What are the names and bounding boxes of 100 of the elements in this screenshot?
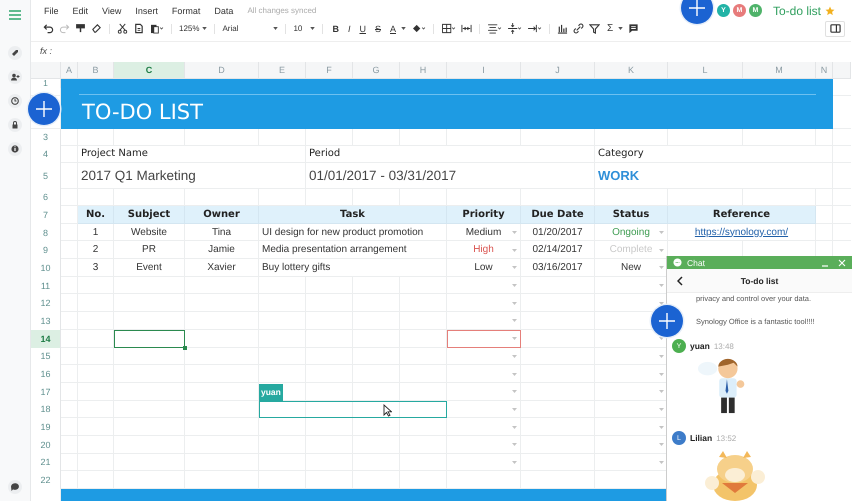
fill-color-icon[interactable]	[411, 23, 426, 34]
comment-icon[interactable]	[628, 23, 640, 34]
dropdown-arrow-icon[interactable]	[659, 231, 664, 234]
row-header[interactable]: 9	[31, 241, 61, 260]
format-button[interactable]: U	[357, 24, 368, 34]
row-header[interactable]: 13	[31, 312, 61, 330]
dropdown-arrow-icon[interactable]	[512, 408, 517, 411]
column-header[interactable]: C	[114, 62, 185, 79]
chat-icon[interactable]	[8, 480, 22, 494]
dropdown-arrow-icon[interactable]	[659, 426, 664, 429]
row-header[interactable]: 6	[31, 188, 61, 206]
column-header[interactable]: G	[353, 62, 400, 79]
dropdown-arrow-icon[interactable]	[659, 284, 664, 288]
row-header[interactable]: 3	[31, 128, 61, 146]
paste-icon[interactable]	[149, 23, 164, 34]
dropdown-arrow-icon[interactable]	[512, 319, 517, 322]
format-button[interactable]: I	[346, 24, 352, 34]
menu-item[interactable]: File	[44, 6, 59, 16]
tag-icon[interactable]	[8, 46, 22, 60]
dropdown-arrow-icon[interactable]	[659, 408, 664, 411]
dropdown-arrow-icon[interactable]	[512, 460, 517, 464]
column-header[interactable]: A	[61, 62, 78, 79]
menu-item[interactable]: Format	[172, 6, 200, 16]
vertical-align-icon[interactable]	[507, 23, 522, 34]
dropdown-arrow-icon[interactable]	[512, 390, 517, 394]
dropdown-arrow-icon[interactable]	[512, 443, 517, 446]
row-header[interactable]: 21	[31, 454, 61, 472]
row-header[interactable]: 4	[31, 146, 61, 163]
history-icon[interactable]	[8, 94, 22, 108]
column-header[interactable]: L	[668, 62, 743, 79]
dropdown-arrow-icon[interactable]	[512, 426, 517, 429]
dropdown-arrow-icon[interactable]	[512, 337, 517, 340]
row-header[interactable]: 18	[31, 400, 61, 418]
dropdown-arrow-icon[interactable]	[512, 231, 517, 234]
row-header[interactable]: 5	[31, 162, 61, 189]
column-header[interactable]: E	[259, 62, 306, 79]
link-icon[interactable]	[573, 23, 584, 34]
column-header[interactable]: H	[400, 62, 447, 79]
undo-icon[interactable]	[43, 23, 54, 34]
sum-button[interactable]: Σ	[605, 23, 616, 34]
row-header[interactable]: 10	[31, 259, 61, 277]
dropdown-arrow-icon[interactable]	[659, 266, 664, 270]
column-header[interactable]: I	[447, 62, 521, 79]
zoom-dropdown[interactable]: 125%	[179, 24, 200, 34]
info-icon[interactable]	[8, 142, 22, 156]
column-header[interactable]: D	[185, 62, 259, 79]
column-header[interactable]: J	[521, 62, 595, 79]
selected-cell[interactable]	[114, 330, 185, 348]
text-wrap-icon[interactable]	[527, 23, 542, 34]
font-dropdown[interactable]: Arial	[222, 24, 270, 34]
reference-link[interactable]: https://synology.com/	[694, 226, 788, 238]
dropdown-arrow-icon[interactable]	[512, 248, 517, 252]
merge-cells-icon[interactable]	[461, 23, 472, 34]
row-header[interactable]: 22	[31, 471, 61, 489]
dropdown-arrow-icon[interactable]	[659, 443, 664, 446]
column-header[interactable]: M	[743, 62, 816, 79]
dropdown-arrow-icon[interactable]	[659, 372, 664, 376]
chart-icon[interactable]	[557, 23, 568, 34]
paint-format-icon[interactable]	[75, 23, 86, 34]
row-header[interactable]: 12	[31, 294, 61, 312]
column-header[interactable]: B	[78, 62, 114, 79]
copy-icon[interactable]	[133, 23, 144, 34]
row-header[interactable]: 15	[31, 348, 61, 366]
column-header[interactable]: F	[306, 62, 353, 79]
menu-icon[interactable]	[9, 10, 21, 20]
column-header[interactable]: N	[816, 62, 833, 79]
dropdown-arrow-icon[interactable]	[659, 248, 664, 252]
row-header[interactable]: 19	[31, 418, 61, 436]
row-header[interactable]: 17	[31, 382, 61, 401]
dropdown-arrow-icon[interactable]	[512, 372, 517, 376]
lock-icon[interactable]	[8, 118, 22, 132]
align-icon[interactable]	[487, 23, 502, 34]
dropdown-arrow-icon[interactable]	[512, 354, 517, 358]
filter-icon[interactable]	[589, 23, 600, 34]
eraser-icon[interactable]	[91, 23, 102, 34]
add-user-icon[interactable]	[8, 70, 22, 84]
format-button[interactable]: S	[372, 24, 383, 34]
row-header[interactable]: 11	[31, 276, 61, 294]
borders-icon[interactable]	[441, 23, 456, 34]
star-icon[interactable]	[825, 6, 835, 16]
add-button[interactable]	[679, 0, 715, 26]
format-button[interactable]: B	[330, 24, 341, 34]
font-size-dropdown[interactable]: 10	[293, 24, 308, 34]
column-header[interactable]: K	[595, 62, 668, 79]
redo-icon[interactable]	[59, 23, 70, 34]
menu-item[interactable]: Edit	[72, 6, 88, 16]
dropdown-arrow-icon[interactable]	[512, 302, 517, 305]
add-button[interactable]	[26, 91, 62, 127]
cut-icon[interactable]	[117, 23, 128, 34]
dropdown-arrow-icon[interactable]	[659, 302, 664, 305]
side-panel-button[interactable]	[825, 20, 845, 37]
dropdown-arrow-icon[interactable]	[512, 284, 517, 288]
row-header[interactable]: 14	[31, 330, 61, 348]
dropdown-arrow-icon[interactable]	[659, 390, 664, 394]
dropdown-arrow-icon[interactable]	[512, 266, 517, 270]
menu-item[interactable]: Insert	[135, 6, 158, 16]
row-header[interactable]: 8	[31, 224, 61, 242]
add-button[interactable]	[649, 303, 685, 339]
dropdown-arrow-icon[interactable]	[659, 460, 664, 464]
menu-item[interactable]: View	[102, 6, 122, 16]
